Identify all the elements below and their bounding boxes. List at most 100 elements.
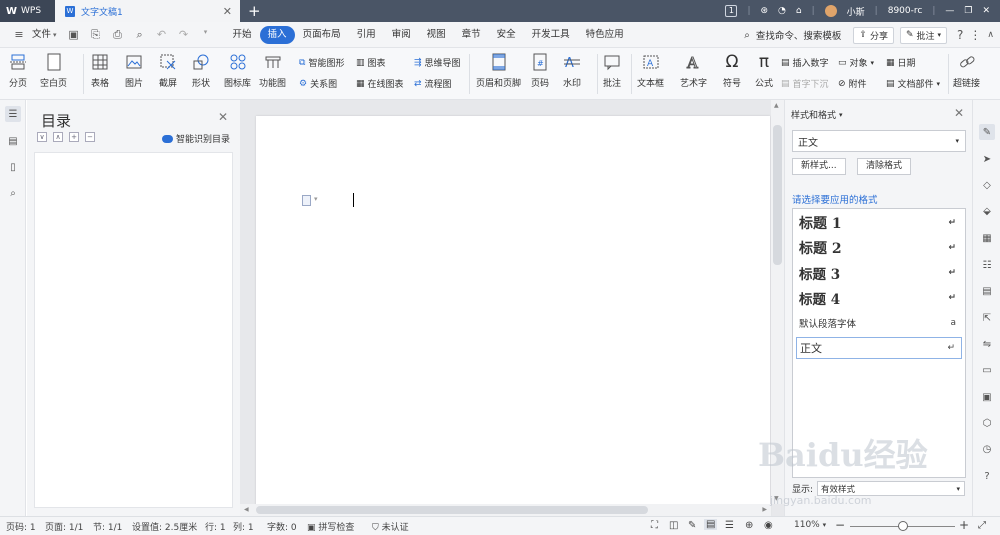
skin-icon[interactable]: ⊛ [760,6,768,16]
date-button[interactable]: ▦ 日期 [886,56,916,70]
help-circle-icon[interactable]: ? [979,468,995,484]
shapes-icon[interactable]: ◇ [979,177,995,193]
archive-icon[interactable]: ▭ [979,362,995,378]
shirt-icon[interactable]: ⌂ [796,6,802,16]
help-icon[interactable]: ? [957,28,963,42]
object-button[interactable]: ▭ 对象 ▾ [838,56,874,70]
paragraph-handle-icon[interactable] [302,195,311,206]
spell-check-button[interactable]: ▣ 拼写检查 [307,520,354,533]
icon-library-button[interactable]: 图标库 [224,52,251,89]
avatar[interactable] [824,5,837,17]
command-search[interactable]: 查找命令、搜索模板 [756,28,842,42]
find-icon[interactable]: ⌕ [5,185,21,201]
zoom-level[interactable]: 110% ▾ [794,520,826,530]
restore-icon[interactable]: ❐ [964,6,972,16]
zoom-slider-thumb[interactable] [898,521,908,531]
redo-icon[interactable]: ↷ [177,28,191,42]
eye-protect-icon[interactable]: ◉ [764,520,773,531]
scroll-left-icon[interactable]: ◀ [244,506,249,513]
document-icon[interactable]: ▤ [979,283,995,299]
watermark-button[interactable]: A 水印 [562,52,582,89]
toc-nav-icon[interactable]: ☰ [5,106,21,122]
close-tab-icon[interactable]: ✕ [223,5,232,18]
scroll-up-icon[interactable]: ▲ [774,102,779,109]
chevron-down-icon[interactable]: ▾ [314,195,318,203]
table-grid-icon[interactable]: ▦ [979,230,995,246]
page-number-button[interactable]: # 页码 [530,52,550,89]
print-icon[interactable]: ⎙ [111,28,125,42]
close-icon[interactable]: ✕ [218,110,228,124]
export-pdf-icon[interactable]: ⎘ [89,28,103,42]
wps-home-tab[interactable]: W WPS [0,0,55,22]
web-view-icon[interactable]: ⊕ [745,520,753,531]
horizontal-scroll-thumb[interactable] [256,506,648,514]
screenshot-button[interactable]: 截屏 [158,52,178,89]
more-icon[interactable]: ▾ [199,28,213,42]
outline-view-icon[interactable]: ☰ [725,520,734,531]
cert-status[interactable]: ⛉ 未认证 [372,520,409,533]
print-preview-icon[interactable]: ⌕ [133,28,147,42]
scroll-right-icon[interactable]: ▶ [762,506,767,513]
status-word-count[interactable]: 字数: 0 [267,520,297,533]
style-item-heading-3[interactable]: 标题 3 ↵ [796,262,962,284]
tab-special-apps[interactable]: 特色应用 [578,26,632,44]
chapter-nav-icon[interactable]: ▤ [5,133,21,149]
file-menu[interactable]: 文件 [30,26,53,44]
chevron-down-icon[interactable]: ▾ [53,31,57,39]
blank-page-button[interactable]: 空白页 [40,52,67,89]
style-item-heading-2[interactable]: 标题 2 ↵ [796,237,962,259]
hyperlink-button[interactable]: 超链接 [953,52,980,89]
collapse-all-icon[interactable]: ∨ [37,132,47,142]
undo-icon[interactable]: ↶ [155,28,169,42]
comment-insert-button[interactable]: 批注 [602,52,622,89]
style-format-icon[interactable]: ✎ [979,124,995,140]
shape-button[interactable]: 形状 [191,52,211,89]
more-options-icon[interactable]: ⋮ [969,28,981,42]
table-button[interactable]: 表格 [90,52,110,89]
history-icon[interactable]: ◷ [979,441,995,457]
tab-dev-tools[interactable]: 开发工具 [524,26,578,44]
attachment-button[interactable]: ⊘ 附件 [838,77,867,91]
chart-button[interactable]: ▥ 图表 [356,56,386,70]
expand-all-icon[interactable]: ∧ [53,132,63,142]
new-tab-button[interactable]: + [248,0,261,22]
current-style-select[interactable]: 正文 ▾ [792,130,966,152]
sliders-icon[interactable]: ☷ [979,257,995,273]
formula-button[interactable]: π 公式 [754,52,774,89]
zoom-out-icon[interactable]: − [835,518,845,532]
minimize-icon[interactable]: — [945,6,954,16]
user-name[interactable]: 小斯 [847,5,865,18]
pen-mode-icon[interactable]: ✎ [688,520,696,531]
bookmark-icon[interactable]: ▯ [5,159,21,175]
tab-start[interactable]: 开始 [225,26,260,44]
style-item-default-font[interactable]: 默认段落字体 a [796,312,962,334]
wordart-button[interactable]: A 艺术字 [680,52,707,90]
translate-icon[interactable]: ⇋ [979,336,995,352]
vertical-scroll-thumb[interactable] [773,125,782,265]
document-page[interactable]: ▾ [256,116,770,516]
document-tab[interactable]: W 文字文稿1 ✕ [55,0,240,22]
symbol-button[interactable]: Ω 符号 [722,52,742,89]
collapse-ribbon-icon[interactable]: ∧ [987,30,994,40]
picture-button[interactable]: 图片 [124,52,144,89]
zoom-in-icon[interactable]: + [959,518,969,532]
fit-page-icon[interactable]: ⤢ [978,520,986,531]
insert-number-button[interactable]: ▤ 插入数字 [781,56,829,70]
flowchart-button[interactable]: ⇄ 流程图 [414,77,452,91]
tab-reference[interactable]: 引用 [349,26,384,44]
header-footer-button[interactable]: 页眉和页脚 [476,52,521,89]
smart-toc-button[interactable]: 智能识别目录 [161,132,230,145]
tab-page-layout[interactable]: 页面布局 [295,26,349,44]
select-cursor-icon[interactable]: ➤ [979,151,995,167]
tab-insert[interactable]: 插入 [259,25,295,44]
save-icon[interactable]: ▣ [67,28,81,42]
doc-parts-button[interactable]: ▤ 文档部件 ▾ [886,77,940,91]
add-heading-icon[interactable]: + [69,132,79,142]
relation-chart-button[interactable]: ⚙ 关系图 [299,77,337,91]
style-item-heading-4[interactable]: 标题 4 ↵ [796,287,962,309]
textbox-button[interactable]: A 文本框 [637,52,664,89]
read-mode-icon[interactable]: ◫ [669,520,678,531]
tab-security[interactable]: 安全 [489,26,524,44]
shield-icon[interactable]: ⬡ [979,415,995,431]
fullscreen-icon[interactable]: ⛶ [651,520,658,531]
